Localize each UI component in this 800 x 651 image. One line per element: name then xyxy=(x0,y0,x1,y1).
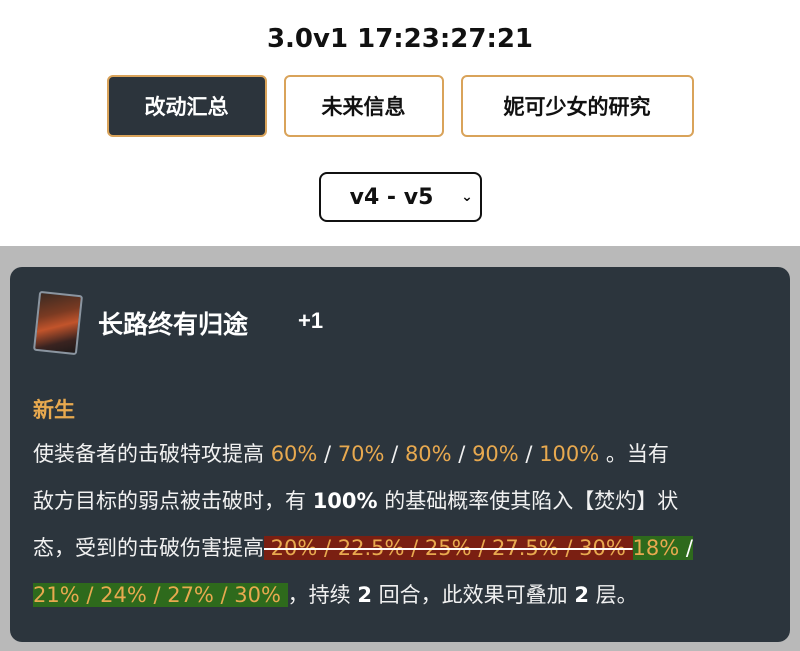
tab-future-info[interactable]: 未来信息 xyxy=(283,75,444,137)
new-value-highlight: 18% / xyxy=(632,536,693,560)
version-select[interactable]: v4 - v5 ⌄ xyxy=(319,172,482,222)
content-area: 长路终有归途 +1 新生 使装备者的击破特攻提高 60% / 70% / 80%… xyxy=(0,246,800,651)
desc-line-2: 敌方目标的弱点被击破时，有 100% 的基础概率使其陷入【焚灼】状 xyxy=(33,489,679,513)
effect-name: 新生 xyxy=(33,398,75,422)
desc-line-3: 态，受到的击破伤害提高 20% / 22.5% / 25% / 27.5% / … xyxy=(33,536,693,560)
lightcone-thumbnail-icon xyxy=(32,290,84,356)
version-select-value: v4 - v5 xyxy=(349,184,434,210)
desc-line-4: 21% / 24% / 27% / 30% ，持续 2 回合，此效果可叠加 2 … xyxy=(33,583,638,607)
version-timestamp: 3.0v1 17:23:27:21 xyxy=(266,24,534,54)
header-area: 3.0v1 17:23:27:21 改动汇总 未来信息 妮可少女的研究 v4 -… xyxy=(0,0,800,246)
tab-bar: 改动汇总 未来信息 妮可少女的研究 xyxy=(0,75,800,137)
old-value-strikethrough: 20% / 22.5% / 25% / 27.5% / 30% xyxy=(264,536,633,560)
new-value-highlight-cont: 21% / 24% / 27% / 30% xyxy=(33,583,288,607)
chevron-down-icon: ⌄ xyxy=(461,189,473,205)
level-change-badge: +1 xyxy=(298,308,324,333)
item-card: 长路终有归途 +1 新生 使装备者的击破特攻提高 60% / 70% / 80%… xyxy=(10,267,790,642)
tab-change-summary[interactable]: 改动汇总 xyxy=(106,75,267,137)
card-title: 长路终有归途 xyxy=(98,310,249,339)
tab-research[interactable]: 妮可少女的研究 xyxy=(460,75,694,137)
desc-line-1: 使装备者的击破特攻提高 60% / 70% / 80% / 90% / 100%… xyxy=(33,442,669,466)
effect-description: 使装备者的击破特攻提高 60% / 70% / 80% / 90% / 100%… xyxy=(33,431,778,619)
